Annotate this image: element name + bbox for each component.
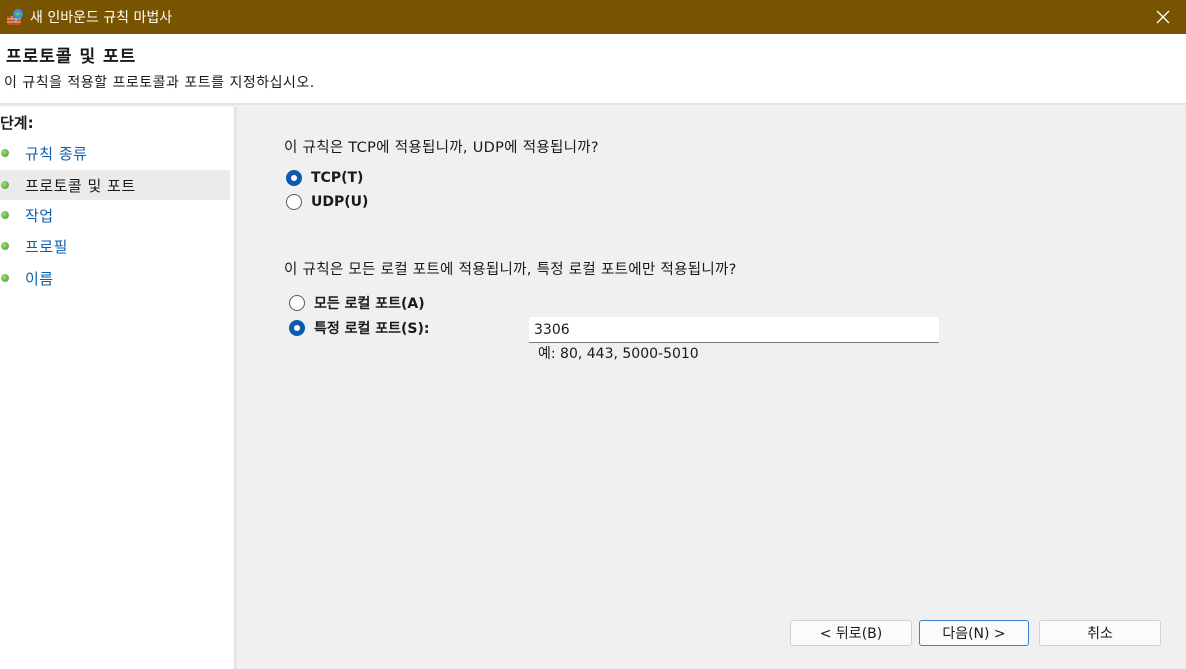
sidebar-item-label: 프로필: [25, 237, 68, 256]
sidebar-item-name[interactable]: 이름: [0, 263, 230, 293]
sidebar-item-profile[interactable]: 프로필: [0, 231, 230, 261]
step-status-icon: [1, 181, 9, 189]
page-title: 프로토콜 및 포트: [6, 47, 137, 67]
radio-specific-ports-label: 특정 로컬 포트(S):: [314, 321, 430, 337]
page-subtitle: 이 규칙을 적용할 프로토콜과 포트를 지정하십시오.: [4, 75, 315, 91]
step-status-icon: [1, 274, 9, 282]
radio-tcp[interactable]: TCP(T): [286, 170, 363, 186]
next-button[interactable]: 다음(N) >: [919, 620, 1029, 646]
back-button[interactable]: < 뒤로(B): [790, 620, 912, 646]
close-button[interactable]: [1140, 0, 1186, 34]
radio-tcp-indicator[interactable]: [286, 170, 302, 186]
header-divider: [0, 103, 1186, 105]
window-title: 새 인바운드 규칙 마법사: [30, 10, 173, 26]
port-question: 이 규칙은 모든 로컬 포트에 적용됩니까, 특정 로컬 포트에만 적용됩니까?: [284, 262, 737, 278]
sidebar-item-protocol-ports[interactable]: 프로토콜 및 포트: [0, 170, 230, 200]
cancel-button[interactable]: 취소: [1039, 620, 1161, 646]
sidebar-divider: [234, 107, 237, 669]
step-status-icon: [1, 242, 9, 250]
sidebar-item-label: 규칙 종류: [25, 144, 88, 163]
close-icon: [1156, 10, 1170, 24]
sidebar-item-label: 이름: [25, 269, 54, 288]
sidebar-item-action[interactable]: 작업: [0, 200, 230, 230]
title-bar: 새 인바운드 규칙 마법사: [0, 0, 1186, 34]
protocol-question: 이 규칙은 TCP에 적용됩니까, UDP에 적용됩니까?: [284, 140, 599, 156]
port-example-hint: 예: 80, 443, 5000-5010: [538, 346, 699, 362]
radio-udp-label: UDP(U): [311, 194, 369, 210]
wizard-header: 프로토콜 및 포트 이 규칙을 적용할 프로토콜과 포트를 지정하십시오.: [0, 34, 1186, 104]
port-input[interactable]: [529, 317, 939, 343]
step-status-icon: [1, 211, 9, 219]
radio-all-ports-indicator[interactable]: [289, 295, 305, 311]
firewall-app-icon: [6, 8, 24, 26]
sidebar-item-label: 프로토콜 및 포트: [25, 176, 136, 195]
radio-specific-local-ports[interactable]: 특정 로컬 포트(S):: [289, 318, 430, 338]
steps-sidebar: 단계: 규칙 종류 프로토콜 및 포트 작업 프로필 이름: [0, 107, 234, 669]
radio-tcp-label: TCP(T): [311, 170, 364, 186]
radio-specific-ports-indicator[interactable]: [289, 320, 305, 336]
radio-all-ports-label: 모든 로컬 포트(A): [314, 296, 425, 312]
sidebar-item-rule-type[interactable]: 규칙 종류: [0, 138, 230, 168]
radio-udp-indicator[interactable]: [286, 194, 302, 210]
radio-all-local-ports[interactable]: 모든 로컬 포트(A): [289, 293, 425, 313]
step-status-icon: [1, 149, 9, 157]
radio-udp[interactable]: UDP(U): [286, 194, 368, 210]
steps-heading: 단계:: [0, 114, 34, 132]
sidebar-item-label: 작업: [25, 206, 54, 225]
